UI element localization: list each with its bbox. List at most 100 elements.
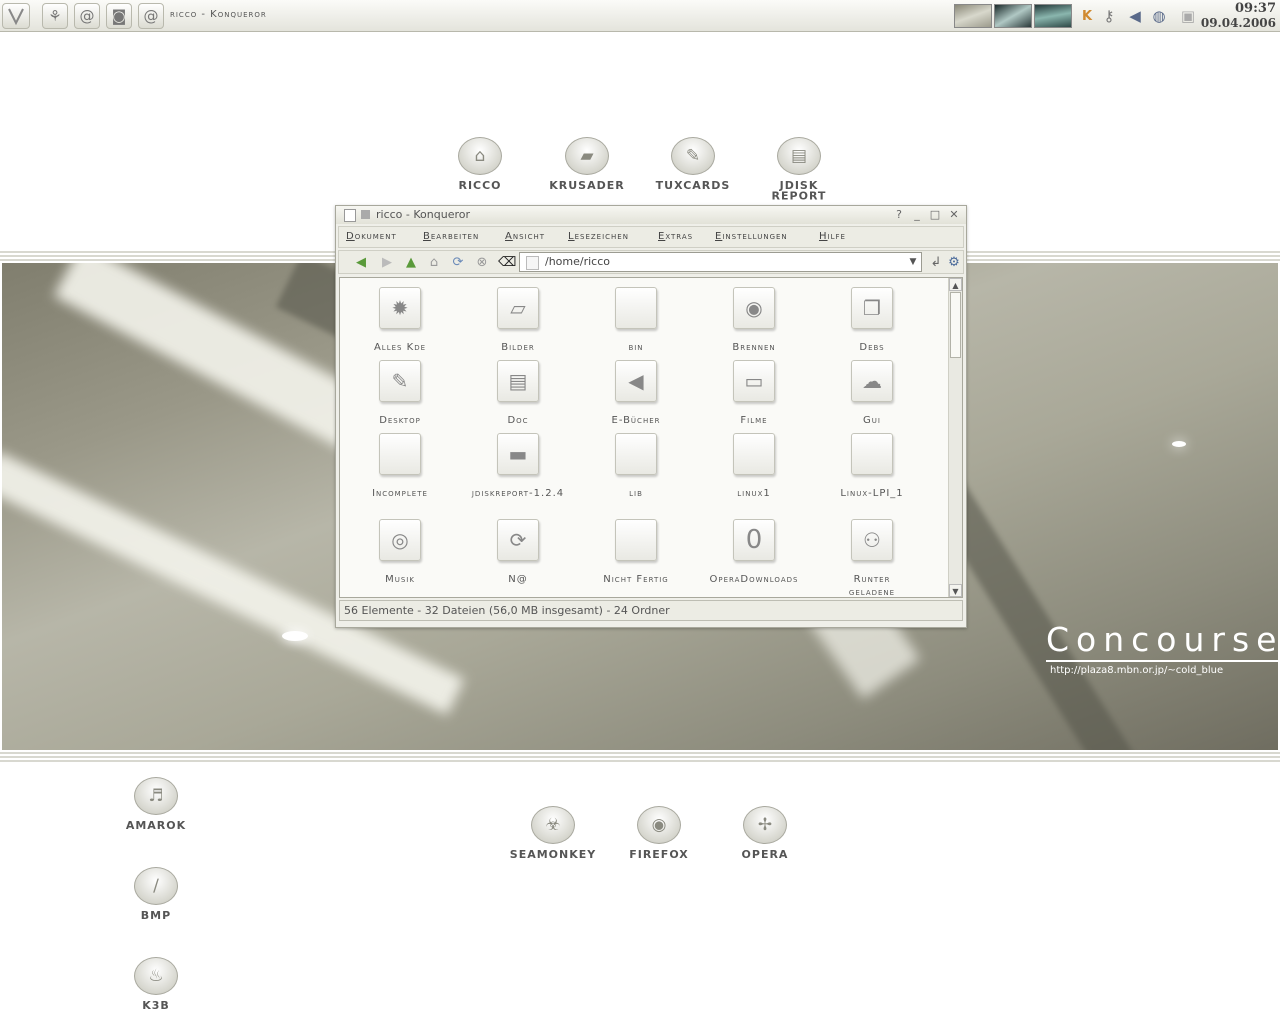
folder-item[interactable]: ▬ jdiskreport-1.2.4 — [463, 433, 573, 500]
kde-menu-icon[interactable] — [2, 3, 30, 29]
desktop-pager-2[interactable] — [994, 4, 1032, 28]
folder-item[interactable]: ⚇ Runter geladene — [817, 519, 927, 597]
folder-icon — [379, 433, 421, 475]
desktop-icon-ricco[interactable]: ⌂ RICCO — [430, 137, 530, 191]
folder-item[interactable]: Incomplete — [345, 433, 455, 500]
folder-item[interactable]: ✎ Desktop — [345, 360, 455, 427]
desktop-pager-1[interactable] — [954, 4, 992, 28]
folder-icon — [526, 256, 539, 270]
maximize-button[interactable]: □ — [927, 207, 943, 223]
chevron-down-icon[interactable]: ▼ — [905, 253, 921, 271]
konqueror-activity-icon: ⚙ — [948, 255, 960, 270]
folder-item[interactable]: linux1 — [699, 433, 809, 500]
at-icon[interactable]: @ — [74, 3, 100, 29]
run-icon[interactable]: ⚘ — [42, 3, 68, 29]
go-icon[interactable]: ↲ — [928, 255, 944, 271]
folder-item[interactable]: ☁ Gui — [817, 360, 927, 427]
folder-item[interactable]: lib — [581, 433, 691, 500]
archive-icon: ▬ — [497, 433, 539, 475]
back-icon[interactable]: ◀ — [353, 255, 369, 271]
menu-hilfe[interactable]: Hilfe — [819, 231, 846, 242]
menu-extras[interactable]: Extras — [658, 231, 693, 242]
folder-icon — [615, 433, 657, 475]
window-title: ricco - Konqueror — [376, 208, 470, 221]
sync-icon: ⟳ — [497, 519, 539, 561]
folder-item[interactable]: 0 OperaDownloads — [699, 519, 809, 586]
wallpaper-brand: Concourse http://plaza8.mbn.or.jp/~cold_… — [1046, 620, 1280, 676]
up-icon[interactable]: ▲ — [403, 255, 419, 271]
folder-icon — [615, 519, 657, 561]
folder-item[interactable]: ▱ Bilder — [463, 287, 573, 354]
folder-icon — [733, 433, 775, 475]
menu-lesezeichen[interactable]: Lesezeichen — [568, 231, 629, 242]
folder-icon: ▰ — [565, 137, 609, 175]
clear-location-icon[interactable]: ⌫ — [498, 255, 516, 271]
network-icon[interactable]: ◍ — [1149, 6, 1169, 26]
amarok-icon: ♬ — [134, 777, 178, 815]
window-menu-icon[interactable] — [344, 209, 356, 222]
scroll-up-icon[interactable]: ▲ — [949, 278, 962, 291]
desktop-icon-tuxcards[interactable]: ✎ TUXCARDS — [643, 137, 743, 191]
folder-icon — [851, 433, 893, 475]
cd-icon: ◉ — [733, 287, 775, 329]
at-icon[interactable]: @ — [138, 3, 164, 29]
kde-tray-icon[interactable]: K — [1077, 6, 1097, 26]
folder-item[interactable]: ✹ Alles Kde — [345, 287, 455, 354]
folder-item[interactable]: Linux-LPI_1 — [817, 433, 927, 500]
reload-icon[interactable]: ⟳ — [450, 255, 466, 271]
menu-ansicht[interactable]: Ansicht — [505, 231, 545, 242]
wallpaper-url: http://plaza8.mbn.or.jp/~cold_blue — [1050, 665, 1224, 676]
notes-icon: ✎ — [671, 137, 715, 175]
desktop-icon-seamonkey[interactable]: ☣ SEAMONKEY — [503, 806, 603, 860]
desktop-icon-bmp[interactable]: ∕ BMP — [106, 867, 206, 921]
status-bar: 56 Elemente - 32 Dateien (56,0 MB insges… — [339, 600, 963, 621]
desktop-icon-jdisk-report[interactable]: ▤ JDISK REPORT — [749, 137, 849, 202]
desktop-icon-firefox[interactable]: ◉ FIREFOX — [609, 806, 709, 860]
volume-icon[interactable]: ◀ — [1125, 6, 1145, 26]
folder-item[interactable]: ⟳ N@ — [463, 519, 573, 586]
sticky-icon[interactable] — [361, 210, 370, 219]
forward-icon[interactable]: ▶ — [379, 255, 395, 271]
clock[interactable]: 09:37 09.04.2006 — [1201, 2, 1276, 31]
minimize-button[interactable]: _ — [909, 207, 925, 223]
wallpaper-title: Concourse — [1046, 620, 1280, 659]
taskbar: ⚘ @ ◙ @ ricco - Konqueror K ⚷ ◀ ◍ ▣ 09:3… — [0, 0, 1280, 32]
desktop-pager-3[interactable] — [1034, 4, 1072, 28]
desktop-icon-opera[interactable]: ✢ OPERA — [715, 806, 815, 860]
status-text: 56 Elemente - 32 Dateien (56,0 MB insges… — [344, 604, 670, 617]
folder-item[interactable]: ❐ Debs — [817, 287, 927, 354]
key-icon[interactable]: ⚷ — [1099, 6, 1119, 26]
home-icon[interactable]: ⌂ — [426, 255, 442, 271]
menu-dokument[interactable]: Dokument — [346, 231, 397, 242]
file-icon-view[interactable]: ✹ Alles Kde ▱ Bilder bin ◉ Brennen ❐ Debs ✎ D… — [339, 277, 963, 598]
scroll-down-icon[interactable]: ▼ — [949, 584, 962, 597]
wallpaper-divider — [1046, 660, 1278, 662]
window-titlebar[interactable]: ricco - Konqueror ? _ □ ✕ — [336, 206, 966, 224]
gui-icon: ☁ — [851, 360, 893, 402]
taskbar-window-button[interactable]: ricco - Konqueror — [170, 9, 267, 20]
scrollbar-thumb[interactable] — [950, 292, 961, 358]
home-icon: ⌂ — [458, 137, 502, 175]
screen-icon[interactable]: ◙ — [106, 3, 132, 29]
folder-item[interactable]: ◀ E-Bücher — [581, 360, 691, 427]
vertical-scrollbar[interactable]: ▲ ▼ — [948, 278, 962, 597]
package-icon: ❐ — [851, 287, 893, 329]
folder-item[interactable]: Nicht Fertig — [581, 519, 691, 586]
folder-item[interactable]: bin — [581, 287, 691, 354]
desktop-icon-k3b[interactable]: ♨ K3B — [106, 957, 206, 1011]
help-button[interactable]: ? — [891, 207, 907, 223]
close-button[interactable]: ✕ — [946, 207, 962, 223]
folder-item[interactable]: ◎ Musik — [345, 519, 455, 586]
menu-bearbeiten[interactable]: Bearbeiten — [423, 231, 479, 242]
folder-item[interactable]: ◉ Brennen — [699, 287, 809, 354]
stop-icon[interactable]: ⊗ — [474, 255, 490, 271]
menu-einstellungen[interactable]: Einstellungen — [715, 231, 788, 242]
folder-item[interactable]: ▭ Filme — [699, 360, 809, 427]
clock-date: 09.04.2006 — [1200, 16, 1276, 30]
folder-item[interactable]: ▤ Doc — [463, 360, 573, 427]
desktop-icon: ✎ — [379, 360, 421, 402]
desktop-icon-krusader[interactable]: ▰ KRUSADER — [537, 137, 637, 191]
clipboard-icon[interactable]: ▣ — [1178, 6, 1198, 26]
desktop-icon-amarok[interactable]: ♬ AMAROK — [106, 777, 206, 831]
location-field[interactable]: /home/ricco ▼ — [519, 252, 922, 272]
